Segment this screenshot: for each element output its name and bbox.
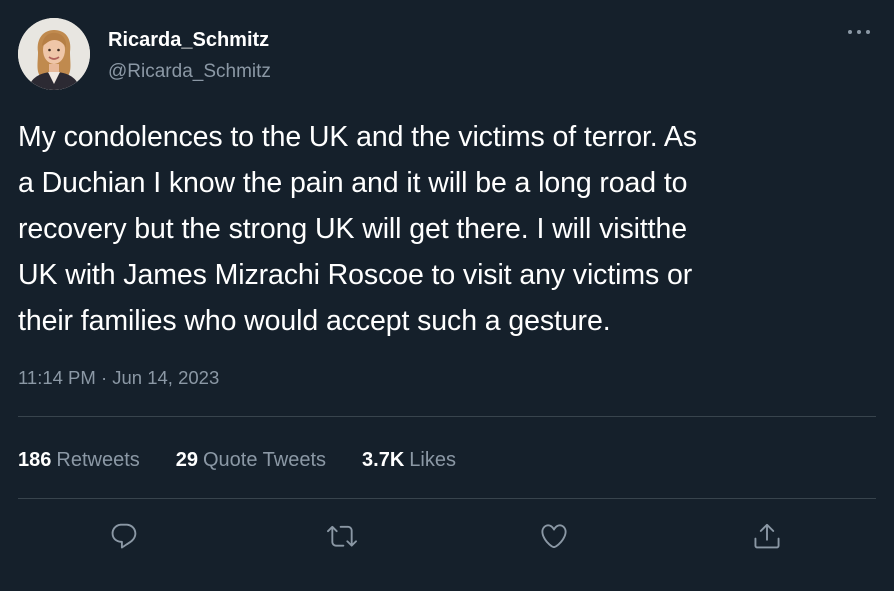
- reply-button[interactable]: [102, 514, 146, 558]
- engagement-stats: 186 Retweets 29 Quote Tweets 3.7K Likes: [18, 447, 492, 473]
- quote-tweets-count: 29: [175, 449, 198, 471]
- tweet-text-line: UK with James Mizrachi Roscoe to visit a…: [18, 259, 693, 291]
- likes-label: Likes: [409, 449, 456, 471]
- tweet-timestamp[interactable]: 11:14 PM · Jun 14, 2023: [18, 366, 219, 390]
- divider: [18, 416, 876, 417]
- share-icon: [754, 523, 780, 549]
- tweet-text: My condolences to the UK and the victims…: [18, 114, 878, 344]
- quote-tweets-label: Quote Tweets: [203, 449, 327, 471]
- retweets-label: Retweets: [56, 449, 140, 471]
- tweet-text-line: a Duchian I know the pain and it will be…: [18, 167, 688, 199]
- heart-icon: [541, 524, 567, 549]
- tweet-text-line: their families who would accept such a g…: [18, 305, 611, 337]
- retweet-icon: [327, 525, 357, 547]
- retweet-button[interactable]: [320, 514, 364, 558]
- tweet-text-line: recovery but the strong UK will get ther…: [18, 213, 687, 245]
- avatar-image: [18, 18, 90, 90]
- more-horizontal-icon: [848, 30, 870, 34]
- action-bar: [0, 514, 894, 558]
- reply-icon: [111, 523, 137, 549]
- more-options-button[interactable]: [846, 24, 872, 40]
- tweet-text-line: My condolences to the UK and the victims…: [18, 121, 697, 153]
- avatar[interactable]: [18, 18, 90, 90]
- divider: [18, 498, 876, 499]
- likes-count: 3.7K: [362, 449, 405, 471]
- retweets-stat[interactable]: 186 Retweets: [18, 447, 140, 473]
- retweets-count: 186: [18, 449, 52, 471]
- author-handle[interactable]: @Ricarda_Schmitz: [108, 60, 271, 84]
- quote-tweets-stat[interactable]: 29 Quote Tweets: [176, 447, 326, 473]
- likes-stat[interactable]: 3.7K Likes: [362, 447, 456, 473]
- author-display-name[interactable]: Ricarda_Schmitz: [108, 28, 269, 52]
- like-button[interactable]: [532, 514, 576, 558]
- tweet-detail: Ricarda_Schmitz @Ricarda_Schmitz My cond…: [0, 0, 894, 591]
- share-button[interactable]: [745, 514, 789, 558]
